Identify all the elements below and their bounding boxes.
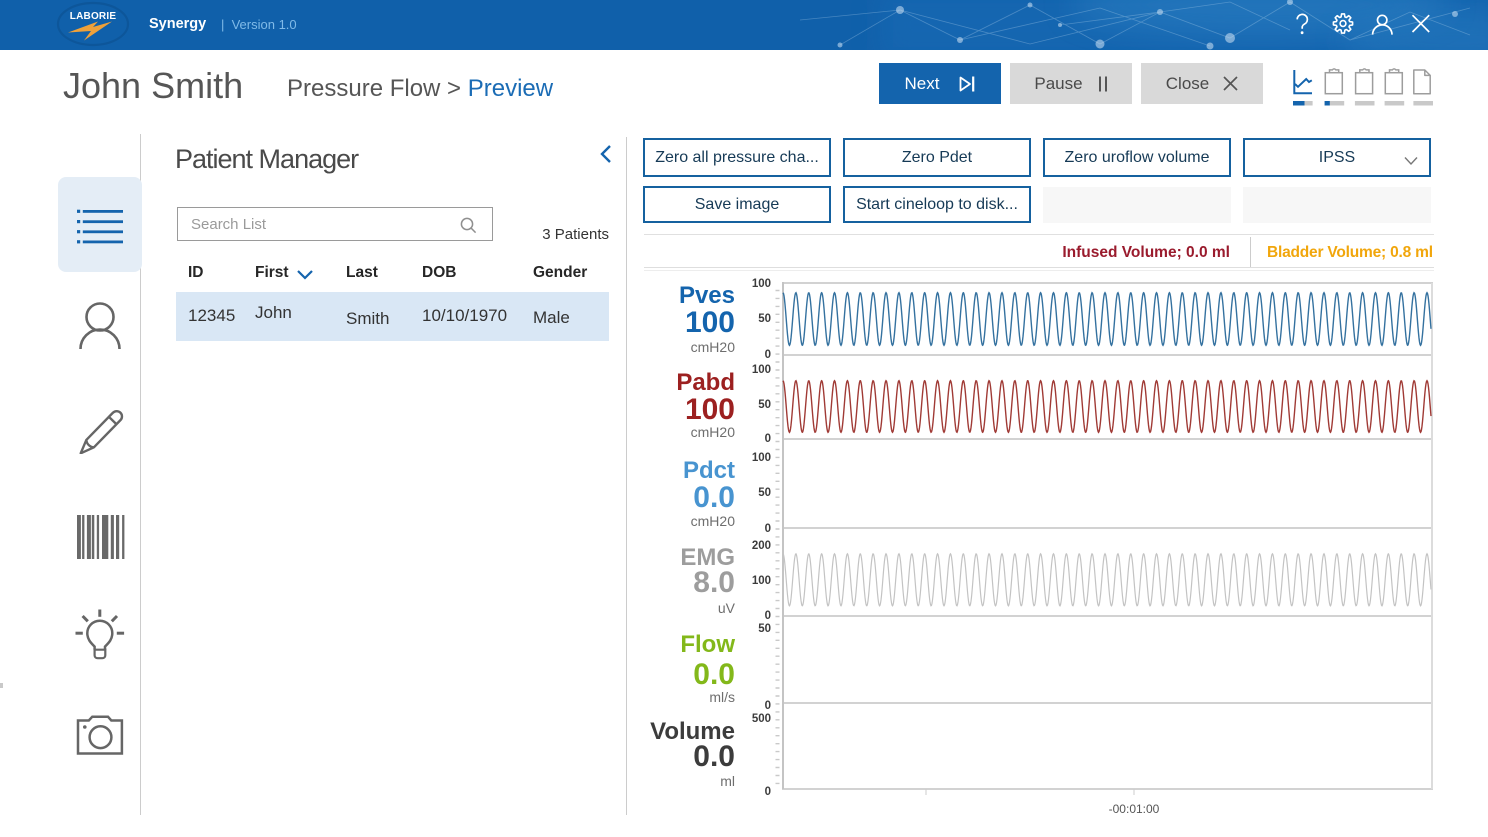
svg-text:Pves: Pves [679, 282, 735, 309]
svg-text:0: 0 [765, 610, 771, 622]
svg-text:0: 0 [765, 523, 771, 535]
svg-text:8.0: 8.0 [693, 566, 735, 599]
svg-text:cmH20: cmH20 [691, 513, 736, 529]
svg-text:0: 0 [765, 433, 771, 445]
svg-text:ml/s: ml/s [709, 689, 735, 705]
svg-text:50: 50 [758, 487, 771, 499]
svg-text:100: 100 [685, 306, 735, 339]
svg-text:100: 100 [752, 575, 771, 587]
svg-text:0: 0 [765, 349, 771, 361]
svg-text:50: 50 [758, 623, 771, 635]
svg-text:uV: uV [718, 600, 736, 616]
svg-text:200: 200 [752, 540, 771, 552]
svg-text:0.0: 0.0 [693, 740, 735, 773]
svg-text:50: 50 [758, 399, 771, 411]
svg-text:-00:01:00: -00:01:00 [1109, 802, 1160, 816]
svg-text:100: 100 [685, 393, 735, 426]
svg-text:0.0: 0.0 [693, 481, 735, 514]
svg-text:100: 100 [752, 364, 771, 376]
svg-text:100: 100 [752, 278, 771, 290]
svg-text:Pdct: Pdct [683, 457, 735, 484]
svg-text:cmH20: cmH20 [691, 424, 736, 440]
svg-text:100: 100 [752, 452, 771, 464]
svg-text:0.0: 0.0 [693, 658, 735, 691]
svg-text:LABORIE: LABORIE [70, 11, 117, 22]
svg-text:Pabd: Pabd [676, 369, 735, 396]
svg-text:0: 0 [765, 700, 771, 712]
svg-text:0: 0 [765, 786, 771, 798]
svg-text:cmH20: cmH20 [691, 339, 736, 355]
svg-text:500: 500 [752, 713, 771, 725]
svg-text:50: 50 [758, 313, 771, 325]
svg-text:ml: ml [720, 773, 735, 789]
svg-text:Flow: Flow [680, 631, 735, 658]
